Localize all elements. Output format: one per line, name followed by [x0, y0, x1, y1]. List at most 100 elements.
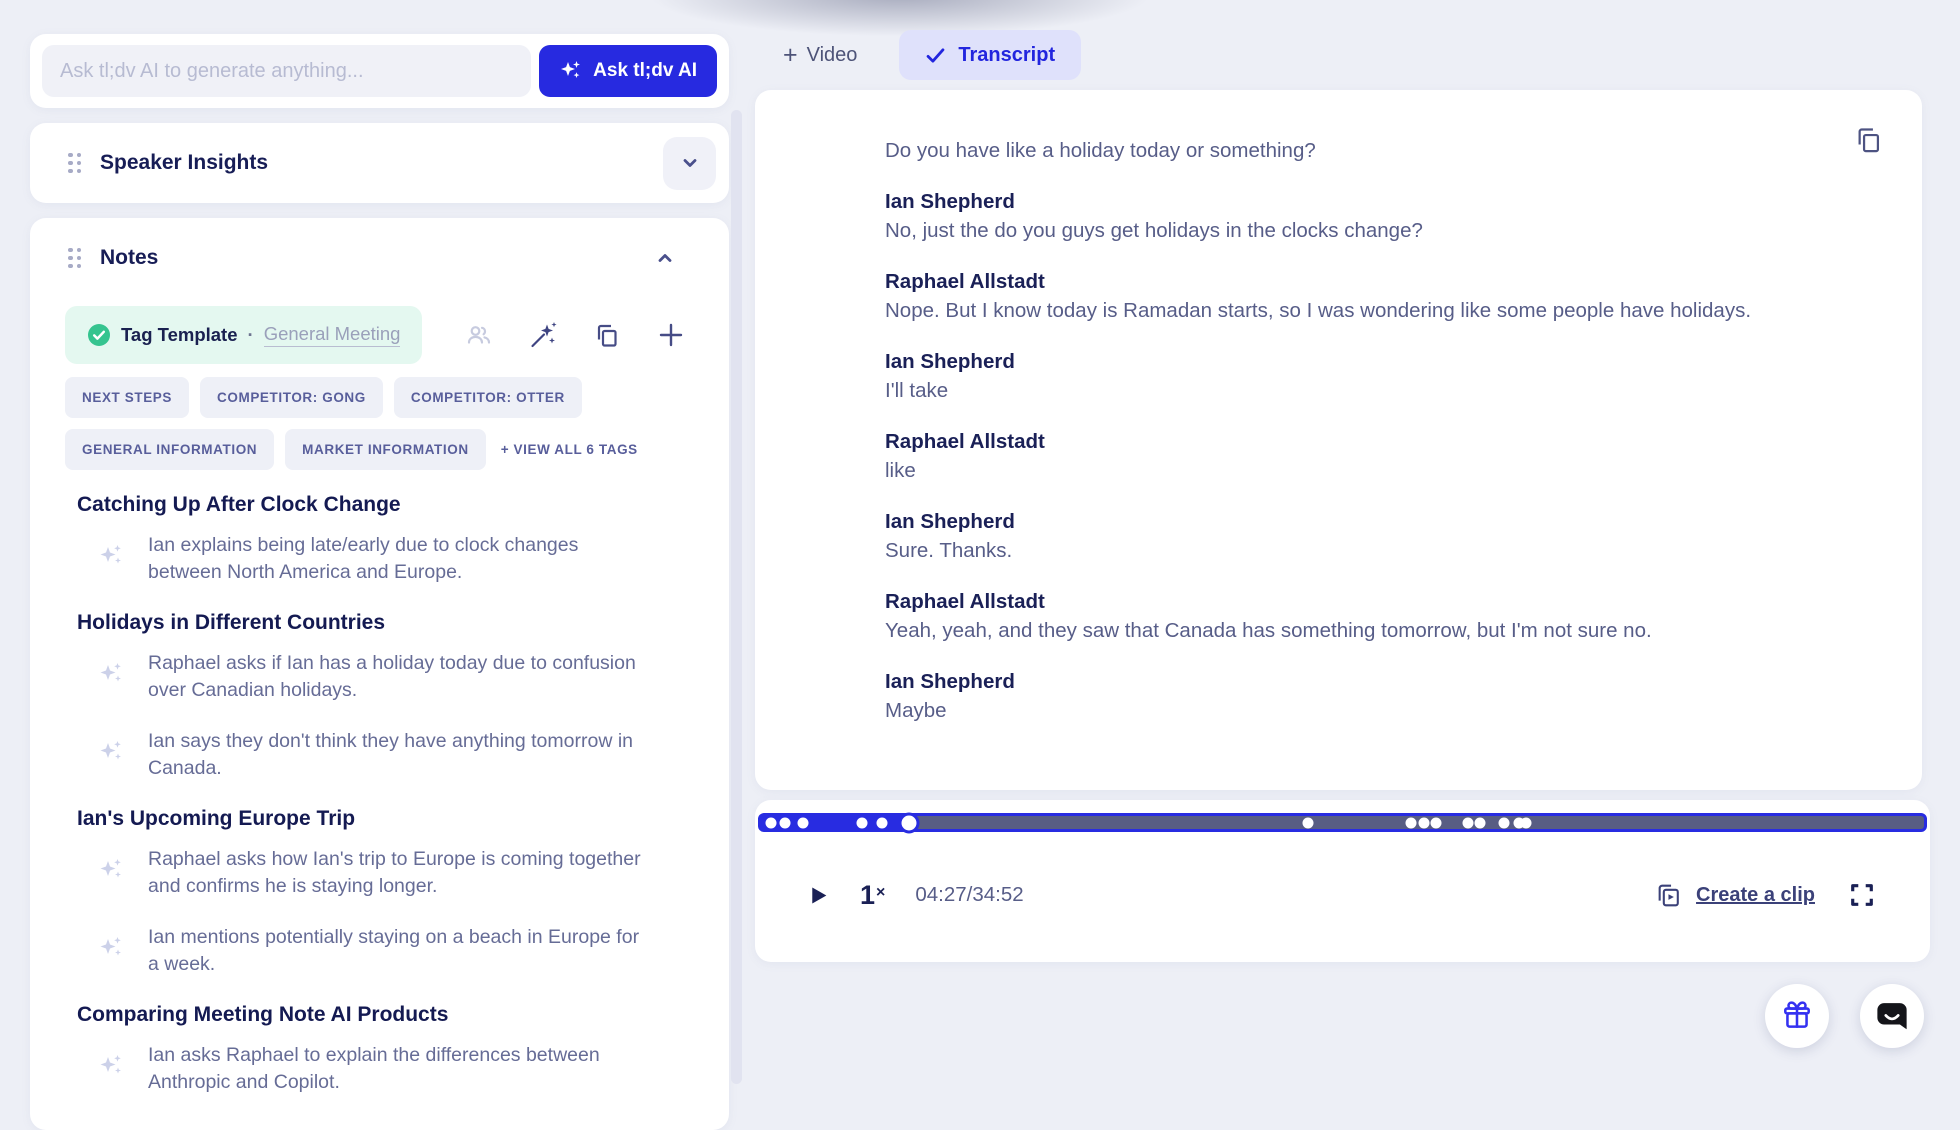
note-bullet[interactable]: Raphael asks if Ian has a holiday today …	[98, 650, 689, 704]
fullscreen-button[interactable]	[1849, 882, 1875, 908]
progress-marker[interactable]	[1430, 817, 1442, 828]
tags-list: NEXT STEPS COMPETITOR: GONG COMPETITOR: OT…	[65, 377, 694, 470]
speed-multiplier: ×	[876, 883, 886, 901]
note-heading: Holidays in Different Countries	[77, 611, 386, 634]
speaker-insights-title: Speaker Insights	[100, 151, 269, 174]
playback-speed-button[interactable]: 1 ×	[860, 879, 886, 910]
progress-marker[interactable]	[856, 817, 868, 828]
view-all-tags-button[interactable]: + VIEW ALL 6 TAGS	[497, 429, 642, 470]
playhead[interactable]	[898, 812, 920, 833]
note-bullet-text: Raphael asks how Ian's trip to Europe is…	[148, 848, 641, 897]
note-bullet-text: Ian says they don't think they have anyt…	[148, 730, 633, 779]
tab-transcript-label: Transcript	[958, 43, 1056, 66]
chat-icon	[1874, 998, 1910, 1034]
chat-support-button[interactable]	[1860, 984, 1924, 1048]
check-icon	[925, 45, 946, 66]
transcript-entry[interactable]: Raphael Allstadt Nope. But I know today i…	[885, 267, 1862, 325]
progress-marker[interactable]	[1418, 817, 1430, 828]
speed-value: 1	[860, 879, 876, 910]
play-button[interactable]	[805, 883, 830, 908]
transcript-panel: Do you have like a holiday today or some…	[755, 90, 1922, 790]
ask-ai-button[interactable]: Ask tl;dv AI	[539, 45, 717, 97]
sparkle-icon	[100, 545, 121, 564]
transcript-speaker: Ian Shepherd	[885, 350, 1015, 373]
notes-card: Notes Tag Template · General Meeting NEX…	[30, 218, 729, 1130]
ai-notes-button[interactable]	[528, 320, 558, 350]
progress-marker[interactable]	[1462, 817, 1474, 828]
transcript-entry[interactable]: Ian Shepherd Sure. Thanks.	[885, 507, 1862, 565]
transcript-entry[interactable]: Ian Shepherd I'll take	[885, 347, 1862, 405]
collapse-notes-button[interactable]	[646, 244, 684, 272]
chevron-down-icon	[677, 150, 703, 176]
page: { "colors": { "accent_blue": "#272ae0", …	[0, 0, 1960, 1130]
note-bullet[interactable]: Ian asks Raphael to explain the differen…	[98, 1042, 689, 1096]
left-panel-scrollbar[interactable]	[731, 110, 742, 1084]
transcript-list: Ian Shepherd No, just the do you guys get…	[885, 187, 1862, 725]
note-bullet-text: Ian asks Raphael to explain the differen…	[148, 1044, 600, 1093]
progress-marker[interactable]	[1498, 817, 1510, 828]
drag-handle-icon[interactable]	[68, 152, 81, 174]
sparkle-icon	[100, 937, 121, 956]
transcript-entry[interactable]: Ian Shepherd Maybe	[885, 667, 1862, 725]
sparkle-icon	[100, 663, 121, 682]
copy-icon	[593, 321, 621, 349]
tab-video-label: Video	[806, 43, 858, 66]
transcript-speaker: Raphael Allstadt	[885, 270, 1045, 293]
note-bullet[interactable]: Ian mentions potentially staying on a be…	[98, 924, 689, 978]
transcript-entry[interactable]: Ian Shepherd No, just the do you guys get…	[885, 187, 1862, 245]
progress-marker[interactable]	[876, 817, 888, 828]
progress-marker[interactable]	[797, 817, 809, 828]
tag-pill[interactable]: MARKET INFORMATION	[285, 429, 486, 470]
tag-template-name-link[interactable]: General Meeting	[263, 323, 401, 347]
transcript-speaker: Ian Shepherd	[885, 670, 1015, 693]
note-bullet[interactable]: Raphael asks how Ian's trip to Europe is…	[98, 846, 689, 900]
transcript-text: I'll take	[885, 379, 949, 402]
tab-video[interactable]: + Video	[783, 43, 858, 68]
check-circle-icon	[87, 323, 111, 347]
transcript-speaker: Ian Shepherd	[885, 190, 1015, 213]
create-clip-label: Create a clip	[1696, 883, 1815, 906]
transcript-text: No, just the do you guys get holidays in…	[885, 219, 1423, 242]
drag-handle-icon[interactable]	[68, 247, 81, 269]
add-note-button[interactable]	[656, 320, 686, 350]
ai-prompt-bar: Ask tl;dv AI	[30, 34, 729, 108]
rewards-button[interactable]	[1765, 984, 1829, 1048]
note-heading: Comparing Meeting Note AI Products	[77, 1003, 449, 1026]
tag-pill[interactable]: NEXT STEPS	[65, 377, 190, 418]
transcript-entry[interactable]: Raphael Allstadt Yeah, yeah, and they saw…	[885, 587, 1862, 645]
progress-marker[interactable]	[1474, 817, 1486, 828]
tag-pill[interactable]: COMPETITOR: OTTER	[393, 377, 582, 418]
progress-marker[interactable]	[765, 817, 777, 828]
ask-ai-button-label: Ask tl;dv AI	[593, 60, 697, 81]
notes-content: Catching Up After Clock Change Ian explai…	[77, 492, 689, 1096]
transcript-entry[interactable]: Raphael Allstadt like	[885, 427, 1862, 485]
tag-template-separator: ·	[247, 324, 254, 345]
progress-marker[interactable]	[1302, 817, 1314, 828]
ai-prompt-input[interactable]	[42, 45, 532, 97]
progress-marker[interactable]	[1405, 817, 1417, 828]
notes-header: Notes	[30, 218, 729, 272]
transcript-speaker: Ian Shepherd	[885, 510, 1015, 533]
fullscreen-icon	[1849, 882, 1875, 908]
transcript-speaker: Raphael Allstadt	[885, 430, 1045, 453]
note-bullet[interactable]: Ian explains being late/early due to clo…	[98, 532, 689, 586]
progress-marker[interactable]	[779, 817, 791, 828]
transcript-text: Sure. Thanks.	[885, 539, 1013, 562]
tag-template-row: Tag Template · General Meeting	[65, 306, 694, 364]
tag-pill[interactable]: COMPETITOR: GONG	[200, 377, 383, 418]
tag-pill[interactable]: GENERAL INFORMATION	[65, 429, 275, 470]
people-button[interactable]	[465, 321, 493, 349]
transcript-content: Do you have like a holiday today or some…	[885, 136, 1862, 725]
sparkle-icon	[100, 859, 121, 878]
transcript-line[interactable]: Do you have like a holiday today or some…	[885, 136, 1765, 165]
copy-notes-button[interactable]	[593, 321, 621, 349]
tag-template-label: Tag Template	[121, 324, 238, 345]
progress-marker[interactable]	[1520, 817, 1532, 828]
expand-speaker-insights-button[interactable]	[663, 136, 716, 190]
create-clip-button[interactable]: Create a clip	[1655, 881, 1815, 910]
tag-template-pill[interactable]: Tag Template · General Meeting	[65, 306, 423, 364]
progress-bar[interactable]	[758, 812, 1927, 833]
clip-icon	[1655, 881, 1684, 910]
tab-transcript[interactable]: Transcript	[899, 30, 1082, 80]
note-bullet[interactable]: Ian says they don't think they have anyt…	[98, 728, 689, 782]
